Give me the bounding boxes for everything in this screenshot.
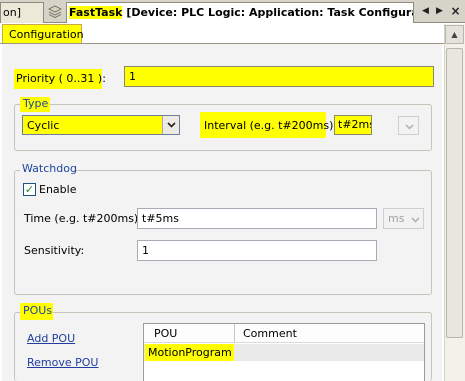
scroll-up-icon[interactable]: ▲ [445,25,464,44]
tab-fasttask[interactable]: FastTask [Device: PLC Logic: Application… [66,2,414,24]
priority-label: Priority ( 0..31 ): [14,69,106,89]
column-header-pou[interactable]: POU [154,327,177,340]
tab-configuration[interactable]: Configuration [2,24,84,44]
table-row[interactable]: MotionProgram [144,344,424,361]
pous-group-title: POUs [20,303,53,320]
chevron-down-icon [405,124,414,130]
watchdog-group [14,170,432,295]
close-icon[interactable]: × [450,4,461,18]
tab-path: [Device: PLC Logic: Application: Task Co… [126,6,413,19]
interval-input[interactable]: t#2ms [334,115,372,135]
tab-configuration-label: Configuration [9,28,84,41]
pou-cell: MotionProgram [145,344,234,361]
watchdog-time-unit-dropdown[interactable]: ms [383,208,424,229]
chevron-down-icon [411,217,420,223]
pou-table-header: POU Comment [144,324,424,343]
add-pou-link[interactable]: Add POU [27,332,75,345]
tab-previous[interactable]: on] [0,2,44,23]
type-dropdown[interactable]: Cyclic [22,115,180,135]
arrow-left-icon[interactable]: ◀ [420,4,431,18]
type-group-title: Type [20,97,50,112]
column-separator[interactable] [234,324,235,343]
watchdog-time-input[interactable]: t#5ms [137,208,377,229]
tab-previous-label: on] [3,6,21,19]
watchdog-time-label: Time (e.g. t#200ms): [24,212,142,225]
column-header-comment[interactable]: Comment [243,327,297,340]
watchdog-time-unit: ms [388,212,405,225]
watchdog-group-title: Watchdog [20,162,77,177]
interval-unit-dropdown[interactable] [398,116,419,135]
remove-pou-link[interactable]: Remove POU [27,356,98,369]
interval-label: Interval (e.g. t#200ms): [200,112,337,138]
sensitivity-input[interactable]: 1 [137,240,377,261]
sensitivity-label: Sensitivity: [24,244,85,257]
priority-input[interactable]: 1 [124,66,434,87]
type-dropdown-value: Cyclic [27,119,60,132]
enable-label: Enable [39,183,77,196]
scrollbar-thumb[interactable] [446,48,463,338]
pou-table: POU Comment MotionProgram [143,323,425,381]
tab-title: FastTask [69,6,123,19]
task-config-icon [48,5,62,18]
arrow-right-icon[interactable]: ▶ [434,4,445,18]
enable-checkbox[interactable]: ✓ [23,183,36,196]
chevron-down-icon[interactable] [162,116,179,134]
